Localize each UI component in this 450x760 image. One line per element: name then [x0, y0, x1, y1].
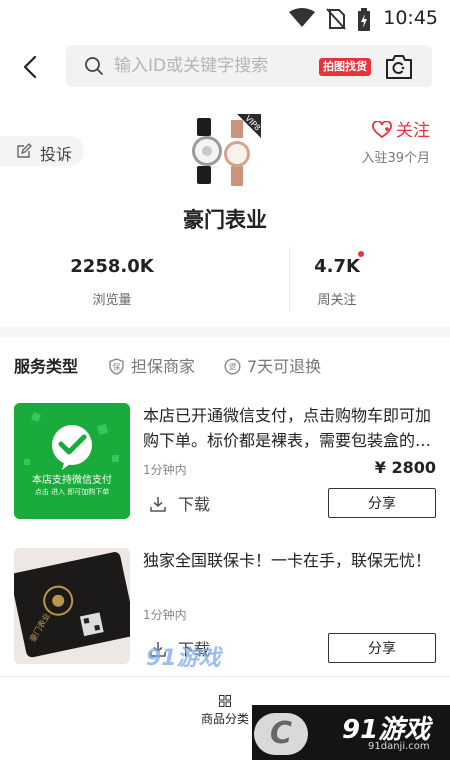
photo-search-badge[interactable]: 拍图找货 — [319, 58, 371, 76]
search-box[interactable]: 拍图找货 — [66, 45, 432, 87]
post-image-warranty-card[interactable]: 豪门表业 — [14, 548, 130, 664]
complain-label: 投诉 — [40, 145, 73, 164]
post-time: 1分钟内 — [143, 463, 187, 477]
service-guarantee: 保担保商家 — [108, 353, 195, 377]
notification-dot — [358, 251, 364, 257]
download-icon — [150, 497, 166, 512]
stat-label: 浏览量 — [92, 293, 132, 308]
tab-category-label: 商品分类 — [200, 712, 249, 726]
watermark-logo-right: C 91游戏 91danji.com — [252, 705, 450, 760]
status-bar: 10:45 — [0, 0, 450, 34]
warranty-card-image — [14, 548, 130, 664]
wechat-pay-image — [14, 403, 130, 519]
service-types: 服务类型 保担保商家 退 7天可退换 — [14, 350, 444, 378]
watermark-badge-icon: C — [254, 713, 308, 755]
joined-duration: 入驻39个月 — [361, 151, 430, 166]
services-title: 服务类型 — [14, 357, 79, 376]
no-sim-icon — [326, 8, 346, 30]
post-text: 独家全国联保卡！一卡在手，联保无忧！ — [143, 551, 432, 570]
camera-icon[interactable] — [384, 53, 414, 81]
stat-value: 2258.0K — [70, 256, 154, 277]
image-subcaption: 点击 进入 即可加购下单 — [34, 488, 110, 496]
service-return: 退 7天可退换 — [224, 353, 321, 377]
complain-button[interactable]: 投诉 — [0, 136, 84, 166]
share-button[interactable]: 分享 — [328, 633, 436, 663]
follow-block: 关注 入驻39个月 — [361, 116, 430, 166]
download-label: 下载 — [178, 495, 211, 514]
wifi-icon — [289, 8, 315, 27]
post-text: 本店已开通微信支付，点击购物车即可加购下单。标价都是裸表，需要包装盒的需要另外加… — [143, 406, 432, 450]
svg-text:保: 保 — [113, 362, 121, 372]
stat-value: 4.7K — [314, 256, 360, 277]
shop-name: 豪门表业 — [183, 208, 267, 232]
post-time: 1分钟内 — [143, 608, 187, 622]
share-button[interactable]: 分享 — [328, 488, 436, 518]
post-price: ¥ 2800 — [374, 458, 436, 477]
watermark-logo-left: 91游戏 — [146, 646, 221, 671]
svg-text:退: 退 — [229, 363, 237, 372]
heart-plus-icon — [372, 120, 392, 139]
search-input[interactable] — [114, 52, 314, 80]
follow-label: 关注 — [396, 121, 430, 141]
stat-label: 周关注 — [317, 293, 357, 308]
tab-category[interactable]: 商品分类 — [196, 695, 254, 727]
shop-logo: VIP8 — [191, 114, 261, 188]
shop-header: 投诉 VIP8 关注 入驻39个月 豪门表业 2258.0K 浏览量 4.7K … — [0, 100, 450, 325]
section-divider — [0, 327, 450, 337]
post-image-wechat-pay[interactable]: 本店支持微信支付 点击 进入 即可加购下单 — [14, 403, 130, 519]
follow-button[interactable]: 关注 — [361, 116, 430, 141]
download-button[interactable]: 下载 — [150, 491, 210, 515]
stat-views: 2258.0K 浏览量 — [37, 256, 187, 308]
service-label: 7天可退换 — [247, 357, 322, 376]
stat-weekly-follows: 4.7K 周关注 — [262, 256, 412, 308]
image-caption: 本店支持微信支付 — [32, 475, 112, 486]
search-icon — [85, 57, 103, 75]
back-arrow-icon[interactable] — [18, 54, 44, 80]
guarantee-icon: 保 — [109, 358, 124, 375]
status-time: 10:45 — [383, 7, 438, 29]
list-item[interactable]: 本店支持微信支付 点击 进入 即可加购下单 本店已开通微信支付，点击购物车即可加… — [14, 403, 436, 523]
watermark-site: 91danji.com — [368, 741, 430, 752]
return-icon: 退 — [224, 358, 241, 375]
edit-icon — [17, 143, 32, 158]
search-row: 拍图找货 — [0, 44, 450, 90]
service-label: 担保商家 — [131, 357, 196, 376]
battery-charging-icon — [358, 8, 370, 31]
grid-icon — [219, 695, 231, 707]
